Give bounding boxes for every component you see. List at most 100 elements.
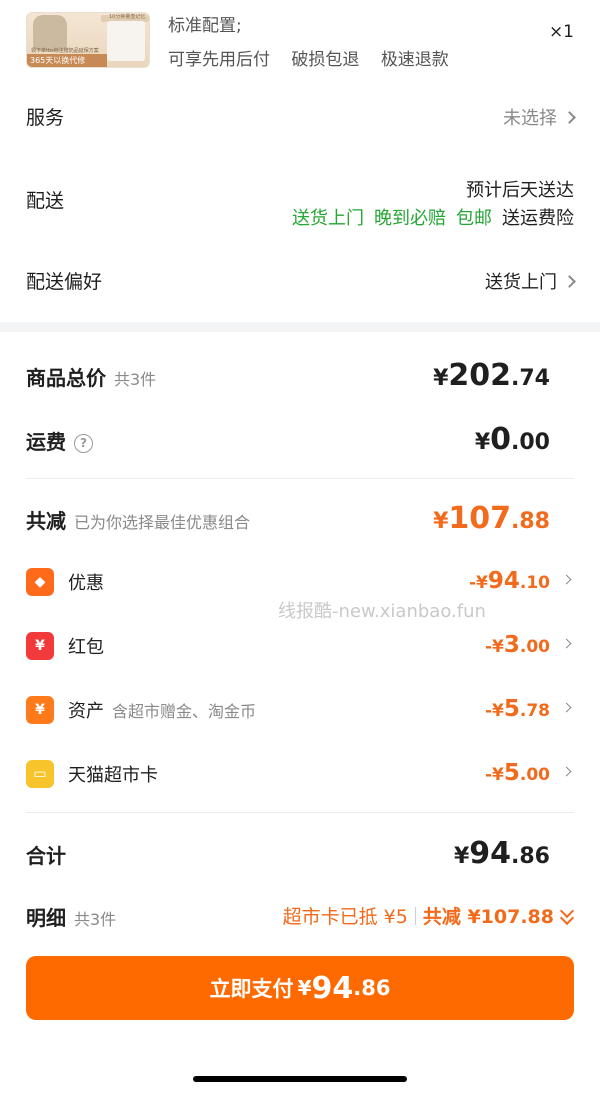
chevron-right-icon — [563, 110, 576, 124]
service-label: 服务 — [26, 107, 65, 129]
price-int: 94 — [311, 970, 354, 1006]
service-selector[interactable]: 未选择 — [503, 104, 576, 130]
discount-label: 天猫超市卡 — [68, 761, 158, 787]
price-int: 94 — [469, 836, 512, 871]
divider-line — [26, 478, 574, 479]
delivery-pref-value: 送货上门 — [485, 272, 557, 293]
box-image — [107, 21, 145, 61]
price-dec: .74 — [511, 366, 550, 391]
detail-label: 明细 — [26, 906, 66, 930]
detail-count: 共3件 — [74, 910, 117, 929]
delivery-pref-selector[interactable]: 送货上门 — [485, 268, 576, 294]
tag-shipping-insurance: 送运费险 — [502, 208, 574, 229]
currency-symbol: -¥ — [484, 701, 504, 721]
price-int: 107 — [448, 501, 512, 536]
tag-free-shipping: 包邮 — [456, 208, 492, 229]
double-chevron-down-icon — [559, 903, 575, 925]
card-used-text: 超市卡已抵 ¥5 — [282, 906, 408, 928]
currency-symbol: -¥ — [468, 573, 488, 593]
coupon-tag-icon: ◆ — [26, 568, 54, 596]
currency-symbol: ¥ — [433, 366, 449, 391]
goods-total-price: ¥202.74 — [433, 358, 550, 393]
shipping-label-row: 运费? — [26, 426, 93, 455]
tag-late-compensation: 晚到必赔 — [374, 208, 446, 229]
thumb-tag: 10分钟量壶记忆 — [109, 14, 146, 20]
price-dec: .88 — [511, 509, 550, 534]
discount-label-text: 优惠 — [68, 573, 104, 594]
shipping-label: 运费 — [26, 430, 66, 454]
help-icon[interactable]: ? — [74, 434, 93, 453]
currency-symbol: ¥ — [474, 430, 491, 455]
pay-button-label: 立即支付 — [209, 977, 294, 1001]
home-indicator[interactable] — [193, 1076, 407, 1082]
product-benefits: 可享先用后付 破损包退 极速退款 — [168, 45, 459, 70]
discount-sub-label: 含超市赠金、淘金币 — [112, 702, 257, 721]
price-int: 202 — [448, 358, 512, 393]
discount-row-supermarket-card[interactable]: ▭ 天猫超市卡 -¥5.00 — [26, 758, 574, 788]
currency-symbol: ¥ — [433, 509, 449, 534]
price-int: 0 — [490, 422, 512, 457]
total-label: 合计 — [26, 844, 66, 868]
goods-total-title: 商品总价 — [26, 366, 106, 390]
price-int: 3 — [503, 632, 520, 658]
currency-symbol: ¥ — [453, 844, 470, 869]
price-dec: .00 — [511, 430, 550, 455]
reduce-label: 共减 — [26, 509, 66, 533]
price-dec: .86 — [511, 844, 550, 869]
discount-row-coupon[interactable]: ◆ 优惠 -¥94.10 — [26, 566, 574, 596]
delivery-tags: 送货上门 晚到必赔 包邮 送运费险 — [292, 204, 574, 230]
detail-label-row: 明细 共3件 — [26, 902, 116, 931]
chevron-right-icon — [561, 702, 572, 713]
price-dec: .78 — [519, 701, 550, 721]
benefit-pay-later: 可享先用后付 — [168, 50, 270, 70]
goods-total-label: 商品总价 共3件 — [26, 362, 156, 391]
service-value: 未选择 — [503, 108, 557, 129]
reduce-total-price: ¥107.88 — [433, 501, 550, 536]
pay-now-button[interactable]: 立即支付 ¥94.86 — [26, 956, 574, 1020]
reduce-label-row: 共减 已为你选择最佳优惠组合 — [26, 505, 250, 534]
price-dec: .86 — [353, 976, 391, 1000]
discount-amount: -¥94.10 — [469, 568, 550, 594]
discount-label: 资产 含超市赠金、淘金币 — [68, 697, 256, 723]
chevron-right-icon — [561, 574, 572, 585]
reduce-note: 已为你选择最佳优惠组合 — [74, 513, 251, 532]
chevron-right-icon — [561, 766, 572, 777]
divider-line — [26, 812, 574, 813]
delivery-estimate: 预计后天送达 — [466, 180, 574, 201]
product-thumbnail[interactable]: 10分钟量壶记忆 领下单tbs标注赠奶品延保方案 365天以换代修 — [26, 12, 150, 68]
price-dec: .00 — [519, 637, 550, 657]
shipping-price: ¥0.00 — [475, 422, 550, 457]
discount-label-text: 天猫超市卡 — [68, 765, 158, 786]
benefit-fast-refund: 极速退款 — [380, 50, 449, 70]
section-divider — [0, 322, 600, 332]
price-dec: .10 — [519, 573, 550, 593]
currency-symbol: -¥ — [484, 637, 504, 657]
currency-symbol: ¥ — [297, 976, 312, 1000]
supermarket-card-icon: ▭ — [26, 760, 54, 788]
product-spec: 标准配置; — [168, 16, 242, 36]
tag-home-delivery: 送货上门 — [292, 208, 364, 229]
discount-label: 优惠 — [68, 569, 104, 595]
discount-amount: -¥5.78 — [485, 696, 550, 722]
discount-label: 红包 — [68, 633, 104, 659]
discount-amount: -¥3.00 — [485, 632, 550, 658]
price-dec: .00 — [519, 765, 550, 785]
chevron-right-icon — [563, 274, 576, 288]
benefit-damage-return: 破损包退 — [291, 50, 360, 70]
currency-symbol: -¥ — [484, 765, 504, 785]
discount-row-red-packet[interactable]: ¥ 红包 -¥3.00 — [26, 630, 574, 660]
detail-toggle[interactable]: 超市卡已抵 ¥5 共减 ¥107.88 — [282, 902, 575, 929]
delivery-label: 配送 — [26, 190, 65, 212]
separator — [414, 906, 416, 925]
assets-yen-icon: ¥ — [26, 696, 54, 724]
discount-row-assets[interactable]: ¥ 资产 含超市赠金、淘金币 -¥5.78 — [26, 694, 574, 724]
discount-amount: -¥5.00 — [485, 760, 550, 786]
watermark: 线报酷-new.xianbao.fun — [278, 601, 486, 622]
product-summary: 10分钟量壶记忆 领下单tbs标注赠奶品延保方案 365天以换代修 标准配置; … — [0, 0, 600, 80]
thumb-ribbon: 365天以换代修 — [27, 54, 107, 67]
detail-reduce-text: 共减 ¥107.88 — [422, 906, 554, 928]
delivery-pref-label: 配送偏好 — [26, 271, 103, 293]
price-int: 5 — [503, 696, 520, 722]
goods-count: 共3件 — [114, 370, 157, 389]
discount-label-text: 资产 — [68, 701, 104, 722]
